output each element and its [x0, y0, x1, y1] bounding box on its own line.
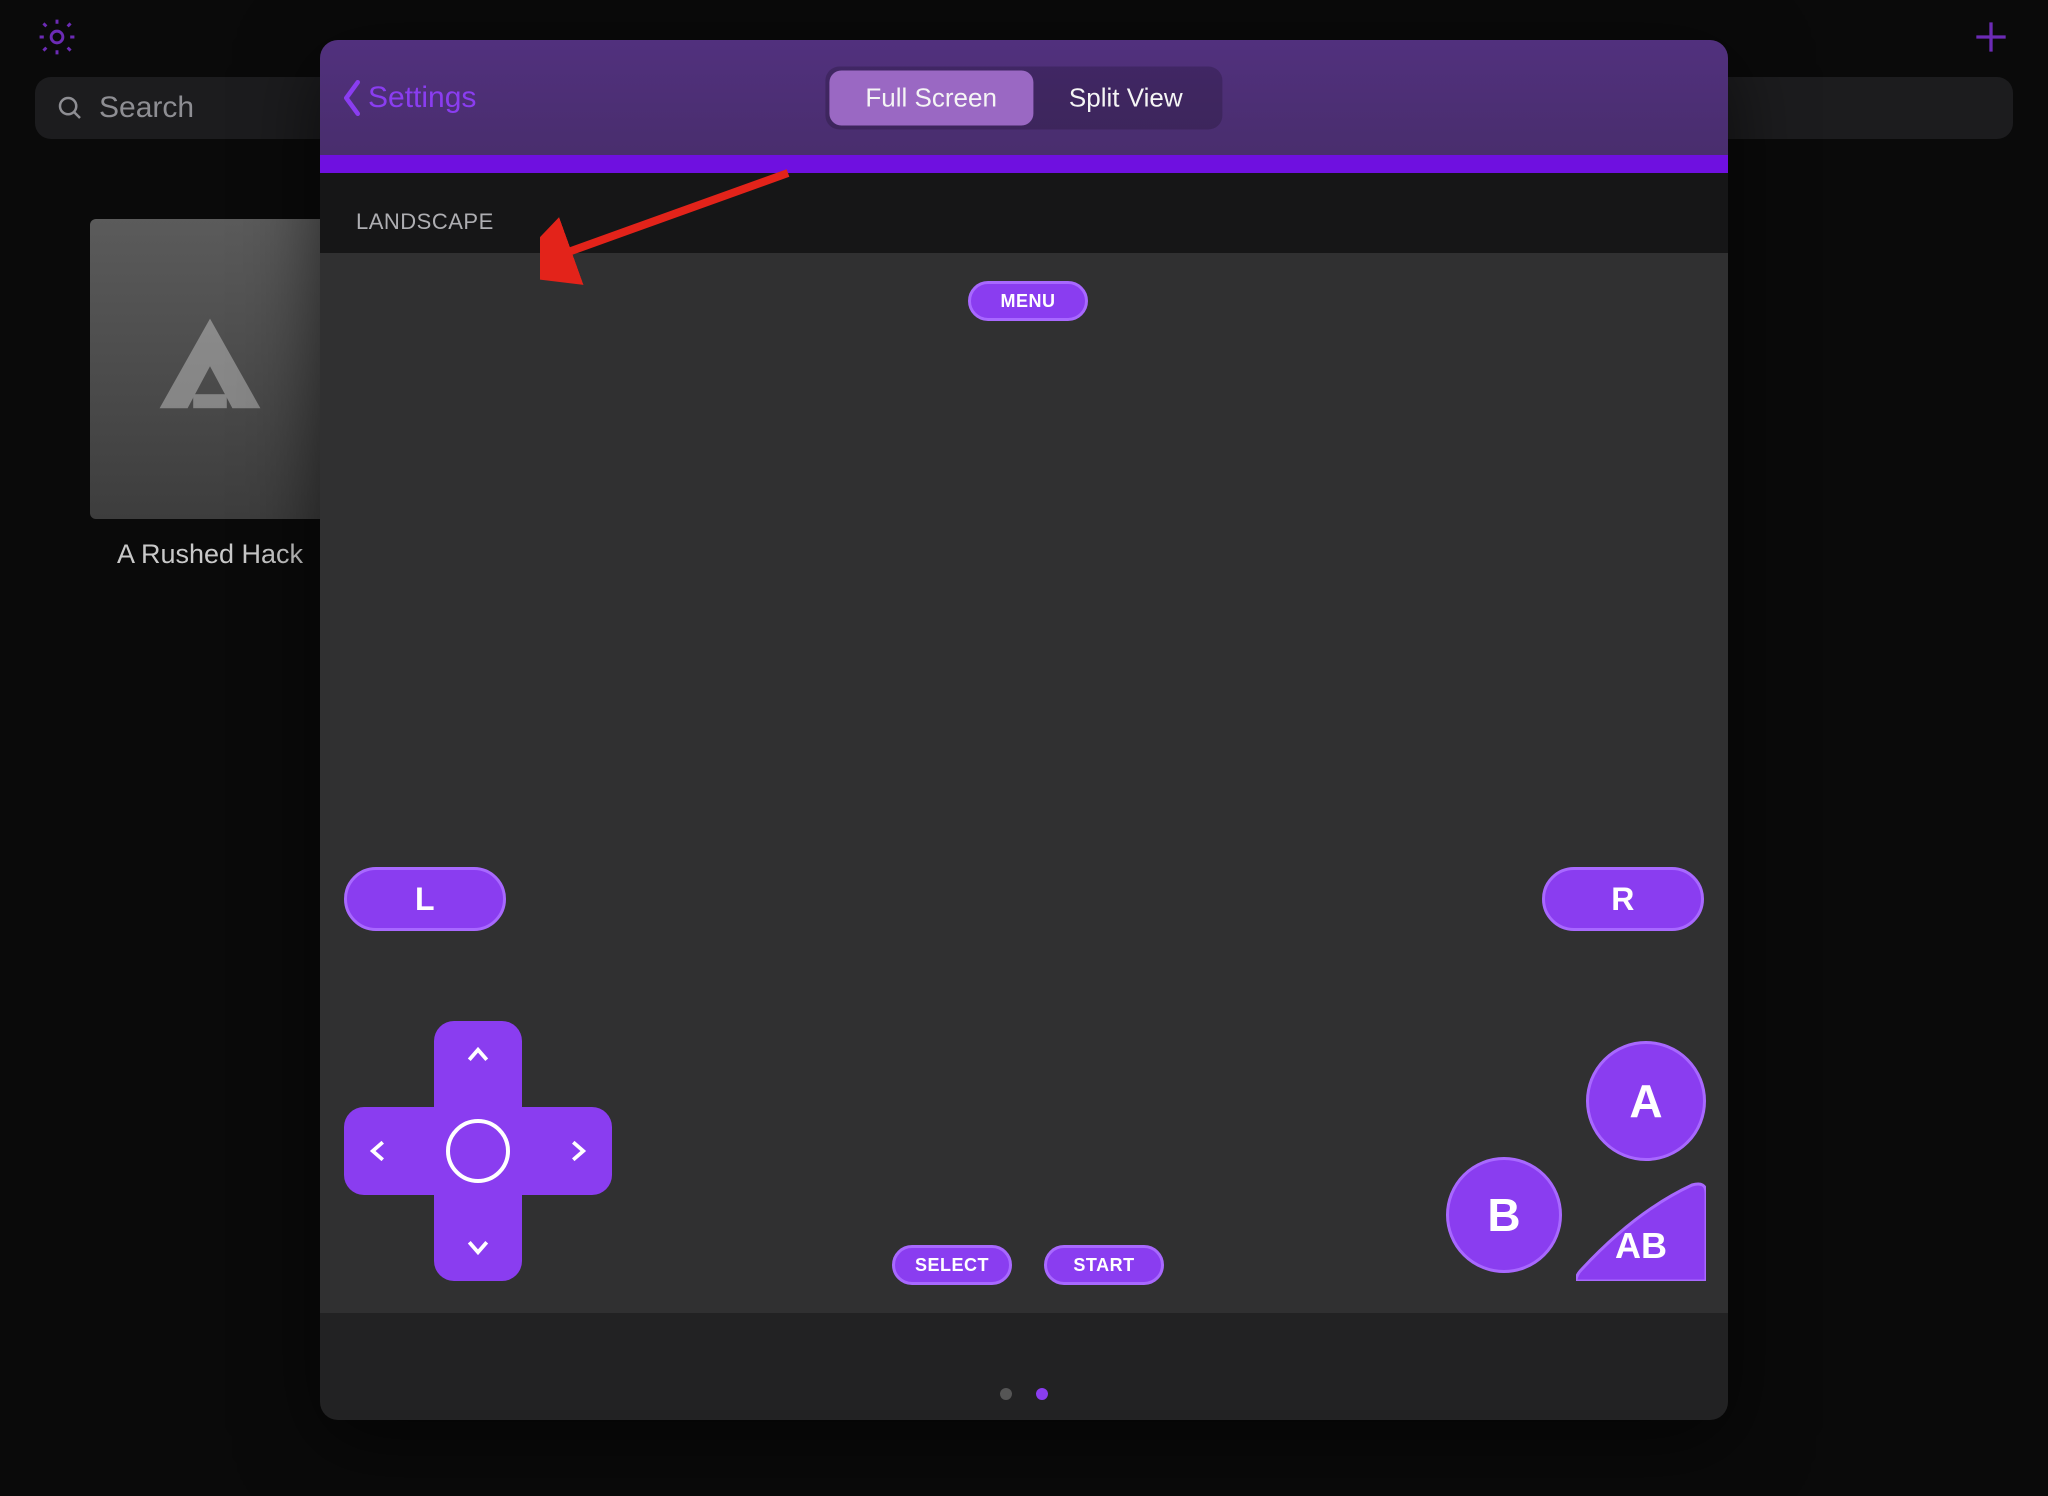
page-dot[interactable] [1000, 1388, 1012, 1400]
back-button[interactable]: Settings [340, 78, 476, 118]
plus-icon[interactable] [1969, 15, 2013, 59]
page-indicator [1000, 1388, 1048, 1400]
r-button-preview: R [1542, 867, 1704, 931]
segment-full-screen[interactable]: Full Screen [829, 70, 1033, 125]
sheet-header: Settings Full Screen Split View [320, 40, 1728, 155]
l-button-preview: L [344, 867, 506, 931]
search-placeholder: Search [99, 91, 194, 125]
start-button-preview: START [1044, 1245, 1164, 1285]
skin-preview[interactable]: MENU L R SELECT START A B AB [320, 253, 1728, 1313]
game-tile[interactable]: A Rushed Hack [90, 219, 330, 570]
menu-button-preview: MENU [968, 281, 1088, 321]
gear-icon[interactable] [35, 15, 79, 59]
back-label: Settings [368, 81, 476, 115]
chevron-left-icon [340, 78, 364, 118]
ab-button-preview: AB [1576, 1181, 1706, 1281]
a-button-preview: A [1586, 1041, 1706, 1161]
segment-split-view[interactable]: Split View [1033, 70, 1219, 125]
chevron-up-icon [463, 1041, 493, 1071]
skin-editor-sheet: Settings Full Screen Split View LANDSCAP… [320, 40, 1728, 1420]
section-header-landscape: LANDSCAPE [320, 173, 1728, 253]
action-buttons-preview: A B AB [1446, 1041, 1706, 1281]
accent-strip [320, 155, 1728, 173]
ab-label: AB [1615, 1225, 1667, 1267]
chevron-right-icon [562, 1136, 592, 1166]
view-mode-segmented: Full Screen Split View [825, 66, 1222, 129]
chevron-down-icon [463, 1231, 493, 1261]
page-dot-active[interactable] [1036, 1388, 1048, 1400]
select-button-preview: SELECT [892, 1245, 1012, 1285]
game-thumb-placeholder [90, 219, 330, 519]
game-title: A Rushed Hack [90, 539, 330, 570]
chevron-left-icon [364, 1136, 394, 1166]
dpad-center-icon [446, 1119, 510, 1183]
b-button-preview: B [1446, 1157, 1562, 1273]
dpad-preview [344, 1021, 612, 1281]
